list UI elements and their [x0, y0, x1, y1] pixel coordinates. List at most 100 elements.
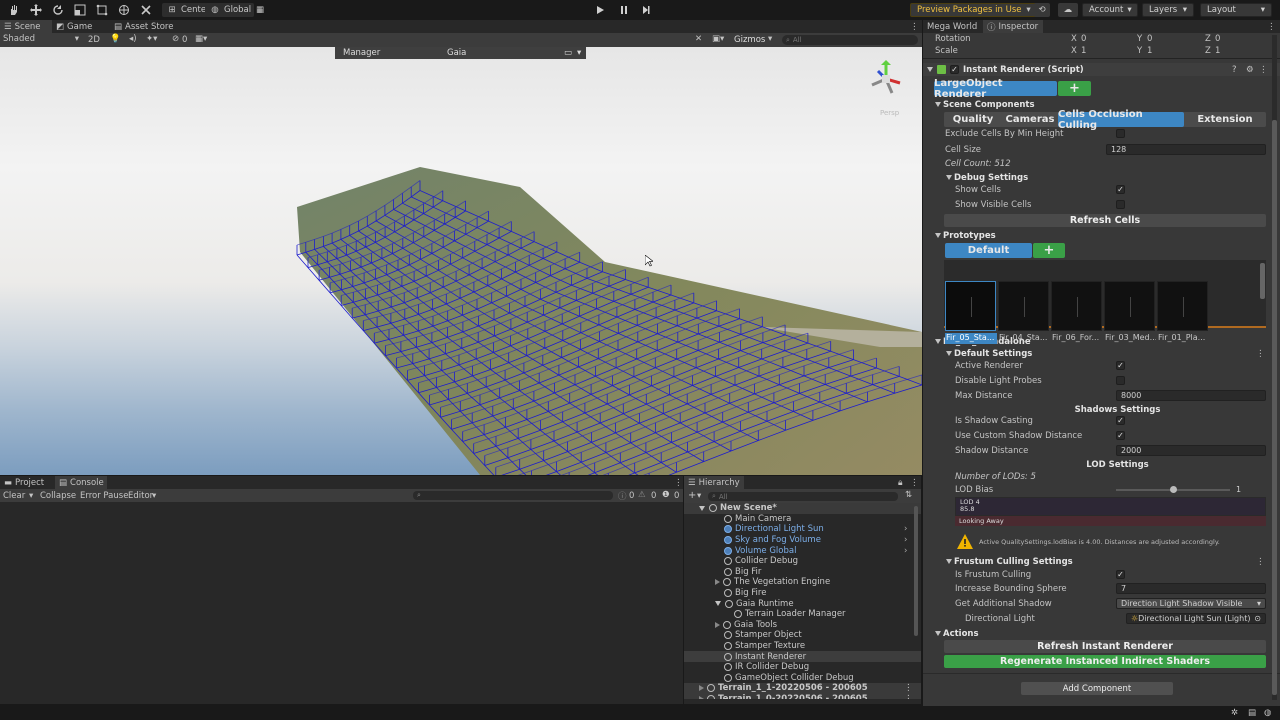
component-tab[interactable]: Extension [1184, 112, 1266, 127]
error-icon[interactable]: ❶ [662, 490, 670, 500]
bug-icon[interactable]: ✲ [1231, 708, 1238, 718]
rotate-tool-icon[interactable] [52, 3, 64, 17]
hierarchy-item[interactable]: Big Fir [684, 567, 921, 578]
hidden-objects-icon[interactable]: ⊘ [172, 34, 179, 44]
tab-project[interactable]: ▬ Project [0, 476, 55, 489]
scale-x-field[interactable]: 1 [1081, 46, 1086, 56]
editor-dropdown[interactable]: Editor [128, 491, 153, 501]
disable-light-probes-checkbox[interactable] [1116, 376, 1125, 385]
hierarchy-item[interactable]: Volume Global › [684, 545, 921, 556]
prototype-thumbnail[interactable] [1157, 281, 1208, 331]
chevron-down-icon[interactable]: ▾ [697, 491, 701, 501]
hierarchy-search-input[interactable]: ⌕ All [708, 492, 898, 501]
more-options-icon[interactable]: ⋮ [1256, 557, 1265, 567]
hierarchy-item[interactable]: Sky and Fog Volume › [684, 535, 921, 546]
hierarchy-item[interactable]: Collider Debug [684, 556, 921, 567]
overlay-manager-label[interactable]: Manager [343, 48, 380, 58]
more-options-icon[interactable]: ⋮ [904, 683, 913, 693]
hierarchy-item[interactable]: IR Collider Debug [684, 662, 921, 673]
lod-bias-slider[interactable] [1116, 486, 1230, 493]
perspective-label[interactable]: Persp [880, 109, 899, 117]
add-prototype-button[interactable]: + [1033, 243, 1065, 258]
orientation-gizmo[interactable] [866, 59, 906, 99]
camera-icon[interactable]: ▣▾ [712, 34, 724, 44]
shadow-casting-checkbox[interactable]: ✓ [1116, 416, 1125, 425]
expand-triangle-icon[interactable] [715, 601, 721, 607]
info-icon[interactable]: ⓘ [618, 490, 627, 502]
inspector-scrollbar[interactable] [1272, 120, 1277, 695]
rotation-x-field[interactable]: 0 [1081, 34, 1086, 44]
layers-icon[interactable]: ▤ [1248, 708, 1256, 718]
collapsed-triangle-icon[interactable] [715, 621, 720, 628]
preset-icon[interactable]: ⚙ [1246, 65, 1254, 75]
tab-scene[interactable]: ☰ Scene [0, 20, 52, 33]
warning-icon[interactable]: ⚠ [638, 490, 646, 500]
more-options-icon[interactable]: ⋮ [904, 694, 913, 699]
add-renderer-button[interactable]: + [1058, 81, 1091, 96]
lighting-icon[interactable]: 💡 [110, 34, 121, 44]
more-options-icon[interactable]: ⋮ [906, 476, 921, 489]
add-icon[interactable]: + [688, 490, 696, 501]
slider-knob[interactable] [1169, 486, 1177, 493]
add-component-button[interactable]: Add Component [1021, 682, 1173, 695]
rotation-y-field[interactable]: 0 [1147, 34, 1152, 44]
directional-light-field[interactable]: ☼Directional Light Sun (Light) ⊙ [1126, 613, 1266, 624]
scale-y-field[interactable]: 1 [1147, 46, 1152, 56]
play-button[interactable] [595, 3, 605, 17]
cloud-icon[interactable]: ☁ [1058, 3, 1078, 17]
shadow-distance-field[interactable]: 2000 [1116, 445, 1266, 456]
hierarchy-item[interactable]: Stamper Texture [684, 641, 921, 652]
tab-asset-store[interactable]: ▤ Asset Store [110, 20, 180, 33]
cell-size-field[interactable]: 128 [1106, 144, 1266, 155]
step-button[interactable] [641, 3, 651, 17]
chevron-right-icon[interactable]: › [904, 524, 907, 534]
largeobject-renderer-button[interactable]: LargeObject Renderer [934, 78, 1057, 100]
lod-bias-field[interactable]: 1 [1232, 484, 1266, 495]
hierarchy-scene-row[interactable]: Terrain_1_0-20220506 - 200605 ⋮ [684, 693, 921, 699]
grid-snap-icon[interactable]: ▦ [256, 3, 264, 17]
hierarchy-item[interactable]: Main Camera [684, 514, 921, 525]
tools-icon[interactable]: ✕ [695, 34, 702, 44]
object-picker-icon[interactable]: ⊙ [1254, 614, 1261, 623]
transform-tool-icon[interactable] [118, 3, 130, 17]
max-distance-field[interactable]: 8000 [1116, 390, 1266, 401]
console-search-input[interactable]: ⌕ [413, 491, 613, 500]
more-options-icon[interactable]: ⋮ [1259, 65, 1268, 75]
overlay-gaia-label[interactable]: Gaia [447, 48, 466, 58]
move-tool-icon[interactable] [30, 3, 42, 17]
help-icon[interactable]: ? [1232, 65, 1237, 75]
hand-tool-icon[interactable] [8, 3, 20, 17]
frustum-culling-checkbox[interactable]: ✓ [1116, 570, 1125, 579]
component-tab[interactable]: Cameras [1002, 112, 1058, 127]
hierarchy-scrollbar[interactable] [914, 506, 918, 636]
lock-icon[interactable]: 🔒︎ [894, 476, 907, 489]
component-tab[interactable]: Cells Occlusion Culling [1058, 109, 1184, 131]
pause-button[interactable] [619, 3, 629, 17]
sort-icon[interactable]: ⇅ [905, 490, 912, 500]
actions-foldout[interactable]: Actions [923, 627, 1280, 640]
bounding-sphere-field[interactable]: 7 [1116, 583, 1266, 594]
default-prototype-button[interactable]: Default [945, 243, 1032, 258]
undo-history-icon[interactable]: ⟲ [1034, 3, 1050, 17]
show-cells-checkbox[interactable]: ✓ [1116, 185, 1125, 194]
show-visible-cells-checkbox[interactable] [1116, 200, 1125, 209]
hierarchy-item[interactable]: Stamper Object [684, 630, 921, 641]
chevron-down-icon[interactable]: ▾ [577, 48, 581, 58]
frustum-culling-foldout[interactable]: Frustum Culling Settings ⋮ [923, 555, 1280, 568]
active-renderer-checkbox[interactable]: ✓ [1116, 361, 1125, 370]
audio-icon[interactable]: ◂) [129, 34, 137, 44]
more-options-icon[interactable]: ⋮ [1256, 349, 1265, 359]
error-pause-button[interactable]: Error Pause [80, 491, 128, 501]
hierarchy-item[interactable]: The Vegetation Engine [684, 577, 921, 588]
hierarchy-item[interactable]: Terrain Loader Manager [684, 609, 921, 620]
chevron-down-icon[interactable]: ▾ [29, 491, 33, 501]
hierarchy-item[interactable]: Directional Light Sun › [684, 524, 921, 535]
expand-triangle-icon[interactable] [699, 505, 705, 511]
component-enabled-checkbox[interactable]: ✓ [950, 65, 959, 74]
overlay-menu-icon[interactable]: ▭ [564, 48, 572, 58]
component-header[interactable]: ✓ Instant Renderer (Script) ? ⚙ ⋮ [923, 63, 1280, 76]
rotation-z-field[interactable]: 0 [1215, 34, 1220, 44]
more-options-icon[interactable]: ⋮ [906, 20, 923, 33]
shading-dropdown[interactable]: Shaded ▾ [3, 34, 79, 44]
prototype-thumbnail[interactable] [998, 281, 1049, 331]
